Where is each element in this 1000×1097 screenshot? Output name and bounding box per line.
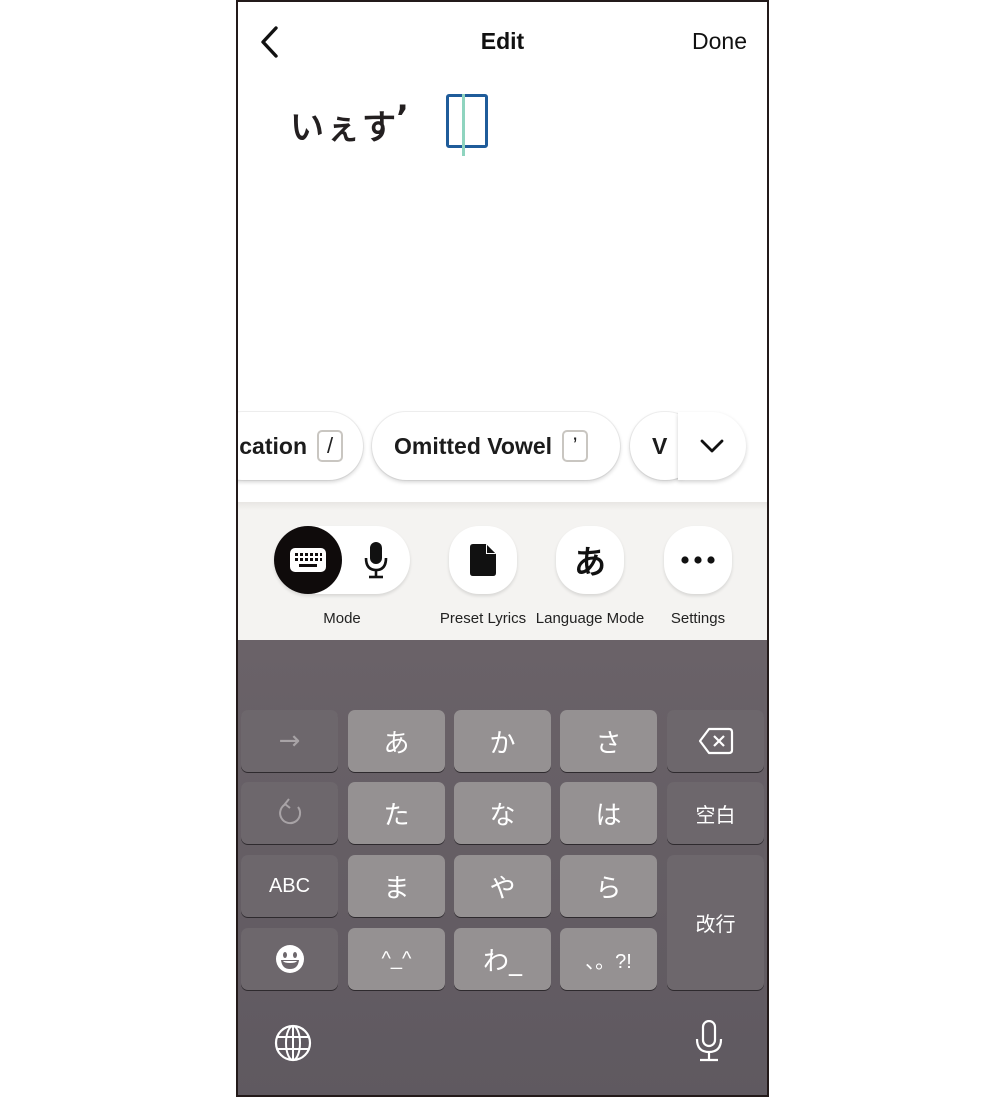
microphone-icon: [364, 542, 388, 579]
key-label: 、。?!: [585, 950, 632, 973]
language-mode-label: Language Mode: [535, 610, 645, 627]
key-return[interactable]: 改行: [667, 855, 764, 990]
key-label: ま: [383, 873, 410, 904]
document-icon: [470, 544, 496, 576]
key-ya[interactable]: や: [454, 855, 551, 917]
backspace-icon: [698, 727, 733, 755]
key-na[interactable]: な: [454, 782, 551, 844]
chevron-down-icon: [700, 439, 724, 453]
chip-key-symbol: ’: [562, 430, 589, 462]
keyboard-icon: [290, 548, 326, 572]
chip-syllable-separation[interactable]: cation /: [238, 412, 363, 480]
key-label: は: [595, 800, 622, 831]
key-ra[interactable]: ら: [560, 855, 657, 917]
lyric-text: いぇす: [290, 107, 398, 148]
preset-lyrics-label: Preset Lyrics: [439, 610, 527, 627]
emoji-icon: [275, 945, 304, 973]
key-label: わ_: [482, 946, 522, 977]
mode-microphone-button[interactable]: [342, 526, 410, 594]
undo-icon: [278, 798, 301, 825]
more-horizontal-icon: [681, 556, 715, 564]
key-a[interactable]: あ: [348, 710, 445, 772]
arrow-right-icon: →: [278, 726, 301, 756]
key-backspace[interactable]: [667, 710, 764, 772]
input-toolbar: Mode Preset Lyrics あ Language Mode Setti…: [238, 502, 767, 640]
mode-keyboard-button[interactable]: [274, 526, 342, 594]
key-label: な: [489, 800, 516, 831]
hiragana-a-icon: あ: [573, 543, 606, 581]
chip-key-symbol: /: [317, 430, 343, 462]
key-label: 空白: [695, 804, 736, 827]
chip-omitted-vowel[interactable]: Omitted Vowel ’: [372, 412, 620, 480]
key-label: ABC: [268, 874, 311, 897]
key-label: あ: [383, 728, 410, 759]
key-label: ら: [595, 873, 622, 904]
chip-label: cation: [239, 432, 307, 459]
key-punctuation[interactable]: 、。?!: [560, 928, 657, 990]
omitted-vowel-mark: ’: [396, 98, 409, 138]
japanese-flick-keyboard: → あ か さ た な は 空白 ABC ま や ら 改行 ^_^ わ_ 、。?…: [238, 640, 767, 1095]
phone-screen: Edit Done いぇす ’ cation / Omitted Vowel ’…: [236, 0, 769, 1097]
key-undo[interactable]: [241, 782, 338, 844]
done-button[interactable]: Done: [692, 28, 747, 55]
key-label: 改行: [695, 914, 736, 936]
chip-label: V: [652, 432, 668, 459]
key-wa[interactable]: わ_: [454, 928, 551, 990]
language-mode-button[interactable]: あ: [556, 526, 624, 594]
key-label: や: [489, 873, 516, 904]
chip-label: Omitted Vowel: [394, 432, 553, 459]
key-ta[interactable]: た: [348, 782, 445, 844]
settings-label: Settings: [670, 610, 726, 627]
key-emoji[interactable]: [241, 928, 338, 990]
settings-button[interactable]: [664, 526, 732, 594]
page-title: Edit: [480, 28, 525, 54]
lyrics-editor[interactable]: いぇす ’: [290, 94, 488, 156]
toolbar-divider: [238, 502, 767, 510]
key-label: た: [383, 800, 410, 831]
nav-bar: Edit Done: [238, 2, 767, 82]
text-cursor: [462, 94, 465, 156]
key-label: ^_^: [381, 947, 412, 970]
key-ma[interactable]: ま: [348, 855, 445, 917]
mode-toggle[interactable]: [274, 526, 410, 594]
notation-chip-bar: cation / Omitted Vowel ’ V: [238, 410, 767, 502]
key-abc[interactable]: ABC: [241, 855, 338, 917]
key-label: か: [489, 728, 516, 759]
mode-label: Mode: [323, 610, 361, 627]
globe-button[interactable]: [274, 1024, 312, 1066]
key-sa[interactable]: さ: [560, 710, 657, 772]
dictation-button[interactable]: [694, 1019, 724, 1066]
key-ka[interactable]: か: [454, 710, 551, 772]
key-label: さ: [595, 728, 622, 759]
key-ha[interactable]: は: [560, 782, 657, 844]
selection-box: [446, 94, 488, 156]
expand-chips-button[interactable]: [678, 412, 746, 480]
key-space[interactable]: 空白: [667, 782, 764, 844]
microphone-icon: [695, 1019, 723, 1062]
preset-lyrics-button[interactable]: [449, 526, 517, 594]
key-next[interactable]: →: [241, 710, 338, 772]
globe-icon: [274, 1024, 312, 1062]
key-kaomoji[interactable]: ^_^: [348, 928, 445, 990]
